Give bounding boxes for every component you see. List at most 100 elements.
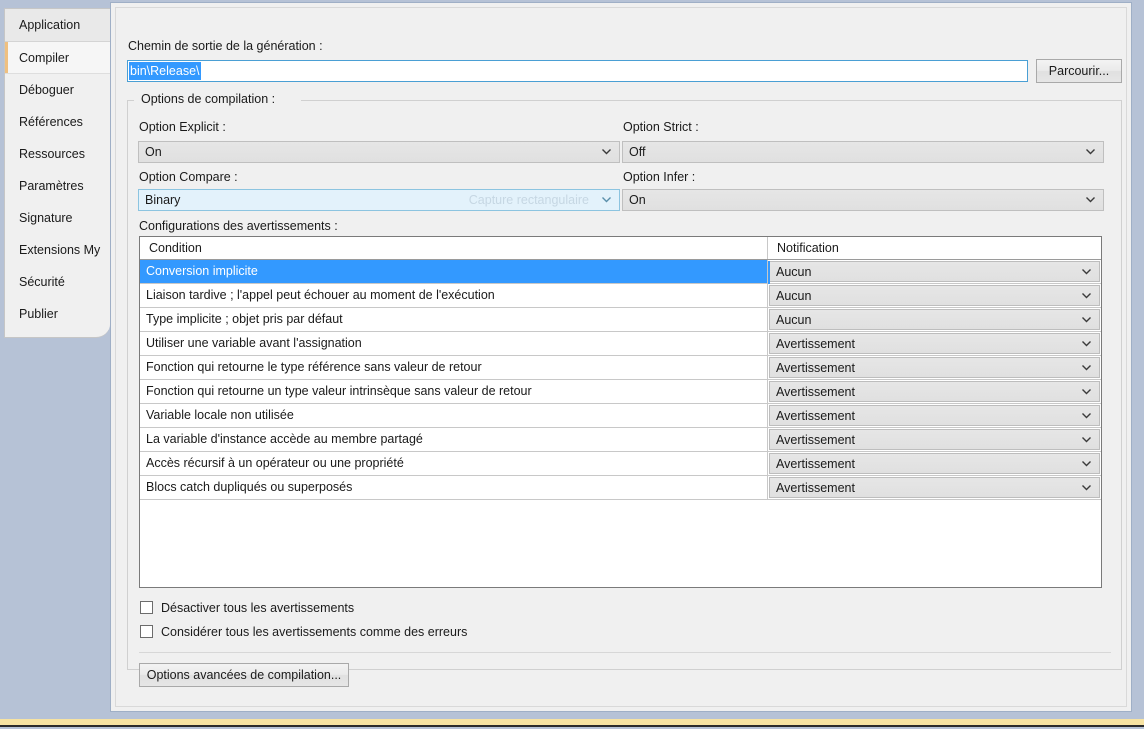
- table-row[interactable]: Conversion implicite Aucun: [140, 260, 1101, 284]
- table-row[interactable]: Variable locale non utilisée Avertisseme…: [140, 404, 1101, 428]
- compile-options-group: Options de compilation : Option Explicit…: [127, 92, 1122, 687]
- row-notification-value: Avertissement: [776, 337, 855, 351]
- compile-options-group-label: Options de compilation :: [137, 92, 280, 106]
- row-condition: Variable locale non utilisée: [140, 404, 768, 427]
- row-notification-combobox[interactable]: Aucun: [769, 285, 1100, 306]
- column-header-notification[interactable]: Notification: [768, 237, 1101, 259]
- compiler-settings-inner: Chemin de sortie de la génération : bin\…: [115, 7, 1127, 707]
- row-condition: Fonction qui retourne le type référence …: [140, 356, 768, 379]
- option-explicit-value: On: [145, 145, 162, 159]
- row-notification-value: Avertissement: [776, 385, 855, 399]
- checkbox-icon[interactable]: [140, 601, 153, 614]
- table-row[interactable]: Fonction qui retourne un type valeur int…: [140, 380, 1101, 404]
- row-notification-combobox[interactable]: Avertissement: [769, 357, 1100, 378]
- option-strict-label: Option Strict :: [623, 120, 699, 134]
- row-notification-value: Aucun: [776, 265, 812, 279]
- sidebar-item-label: Ressources: [19, 147, 85, 161]
- row-condition: Utiliser une variable avant l'assignatio…: [140, 332, 768, 355]
- table-row[interactable]: Liaison tardive ; l'appel peut échouer a…: [140, 284, 1101, 308]
- category-tab-strip: Application Compiler Déboguer Références…: [4, 8, 110, 338]
- chevron-down-icon: [1081, 482, 1092, 493]
- row-notification-combobox[interactable]: Avertissement: [769, 429, 1100, 450]
- table-row[interactable]: Blocs catch dupliqués ou superposés Aver…: [140, 476, 1101, 500]
- option-compare-combobox[interactable]: Binary Capture rectangulaire: [138, 189, 620, 211]
- capture-overlay-text: Capture rectangulaire: [468, 193, 589, 207]
- sidebar-item-label: Extensions My: [19, 243, 101, 257]
- warnings-as-errors-checkbox-row[interactable]: Considérer tous les avertissements comme…: [140, 625, 467, 639]
- chevron-down-icon: [1081, 386, 1092, 397]
- sidebar-item-deboguer[interactable]: Déboguer: [5, 74, 110, 106]
- row-notification-value: Aucun: [776, 313, 812, 327]
- warnings-grid: Condition Notification Conversion implic…: [139, 236, 1102, 588]
- table-row[interactable]: La variable d'instance accède au membre …: [140, 428, 1101, 452]
- output-path-label: Chemin de sortie de la génération :: [128, 39, 323, 53]
- warnings-config-label: Configurations des avertissements :: [139, 219, 338, 233]
- row-notification-combobox[interactable]: Avertissement: [769, 405, 1100, 426]
- row-notification-combobox[interactable]: Aucun: [769, 309, 1100, 330]
- sidebar-item-extensions-my[interactable]: Extensions My: [5, 234, 110, 266]
- properties-window: Application Compiler Déboguer Références…: [0, 0, 1144, 729]
- option-infer-combobox[interactable]: On: [622, 189, 1104, 211]
- warnings-as-errors-label: Considérer tous les avertissements comme…: [161, 625, 468, 639]
- sidebar-item-label: Sécurité: [19, 275, 65, 289]
- chevron-down-icon: [1081, 314, 1092, 325]
- bottom-accent-strip: [0, 719, 1144, 727]
- sidebar-item-publier[interactable]: Publier: [5, 298, 110, 330]
- row-condition: Blocs catch dupliqués ou superposés: [140, 476, 768, 499]
- chevron-down-icon: [1081, 434, 1092, 445]
- chevron-down-icon: [601, 194, 612, 205]
- row-notification-combobox[interactable]: Avertissement: [769, 333, 1100, 354]
- table-row[interactable]: Accès récursif à un opérateur ou une pro…: [140, 452, 1101, 476]
- disable-all-warnings-label: Désactiver tous les avertissements: [161, 601, 355, 615]
- row-notification-combobox[interactable]: Avertissement: [769, 477, 1100, 498]
- sidebar-item-compiler[interactable]: Compiler: [5, 42, 110, 74]
- row-notification-value: Avertissement: [776, 433, 855, 447]
- disable-all-warnings-checkbox-row[interactable]: Désactiver tous les avertissements: [140, 601, 354, 615]
- chevron-down-icon: [1085, 146, 1096, 157]
- sidebar-item-label: Paramètres: [19, 179, 84, 193]
- sidebar-item-label: Références: [19, 115, 83, 129]
- row-condition: Liaison tardive ; l'appel peut échouer a…: [140, 284, 768, 307]
- option-infer-label: Option Infer :: [623, 170, 696, 184]
- chevron-down-icon: [1081, 458, 1092, 469]
- row-notification-value: Avertissement: [776, 409, 855, 423]
- chevron-down-icon: [1085, 194, 1096, 205]
- option-compare-value: Binary: [145, 193, 181, 207]
- advanced-compile-options-button[interactable]: Options avancées de compilation...: [139, 663, 349, 687]
- row-notification-combobox[interactable]: Aucun: [768, 261, 1100, 284]
- section-divider: [139, 652, 1111, 653]
- row-condition: La variable d'instance accède au membre …: [140, 428, 768, 451]
- sidebar-item-label: Publier: [19, 307, 58, 321]
- option-compare-label: Option Compare :: [139, 170, 238, 184]
- chevron-down-icon: [1081, 410, 1092, 421]
- browse-button[interactable]: Parcourir...: [1036, 59, 1122, 83]
- output-path-input[interactable]: [127, 60, 1028, 82]
- checkbox-icon[interactable]: [140, 625, 153, 638]
- row-condition: Accès récursif à un opérateur ou une pro…: [140, 452, 768, 475]
- sidebar-item-signature[interactable]: Signature: [5, 202, 110, 234]
- table-row[interactable]: Utiliser une variable avant l'assignatio…: [140, 332, 1101, 356]
- table-row[interactable]: Fonction qui retourne le type référence …: [140, 356, 1101, 380]
- sidebar-item-label: Signature: [19, 211, 73, 225]
- sidebar-item-securite[interactable]: Sécurité: [5, 266, 110, 298]
- sidebar-item-label: Application: [19, 18, 81, 32]
- row-notification-combobox[interactable]: Avertissement: [769, 381, 1100, 402]
- column-header-condition[interactable]: Condition: [140, 237, 768, 259]
- compiler-settings-pane: Chemin de sortie de la génération : bin\…: [110, 2, 1132, 712]
- row-notification-combobox[interactable]: Avertissement: [769, 453, 1100, 474]
- chevron-down-icon: [1081, 266, 1092, 277]
- sidebar-item-parametres[interactable]: Paramètres: [5, 170, 110, 202]
- group-border-right-stub: [301, 100, 1121, 101]
- table-row[interactable]: Type implicite ; objet pris par défaut A…: [140, 308, 1101, 332]
- row-notification-value: Avertissement: [776, 481, 855, 495]
- sidebar-item-application[interactable]: Application: [5, 9, 110, 42]
- sidebar-item-references[interactable]: Références: [5, 106, 110, 138]
- row-condition: Conversion implicite: [140, 260, 768, 283]
- row-notification-value: Aucun: [776, 289, 812, 303]
- grid-header-row: Condition Notification: [140, 237, 1101, 260]
- chevron-down-icon: [1081, 362, 1092, 373]
- sidebar-item-ressources[interactable]: Ressources: [5, 138, 110, 170]
- option-explicit-label: Option Explicit :: [139, 120, 226, 134]
- option-strict-combobox[interactable]: Off: [622, 141, 1104, 163]
- option-explicit-combobox[interactable]: On: [138, 141, 620, 163]
